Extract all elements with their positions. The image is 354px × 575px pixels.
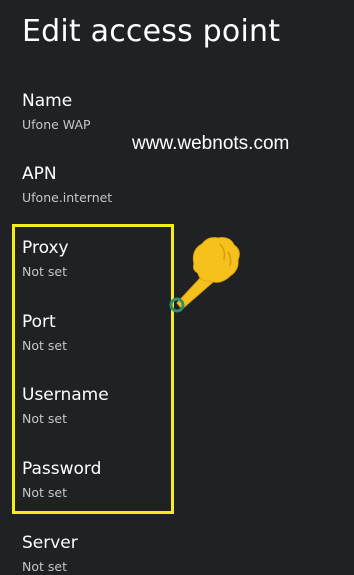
- preference-name-title: Name: [22, 91, 73, 111]
- highlight-box: [12, 224, 174, 514]
- page-title: Edit access point: [22, 14, 281, 49]
- preference-name[interactable]: Name Ufone WAP: [22, 90, 322, 133]
- preference-name-summary: Ufone WAP: [22, 117, 91, 132]
- preference-apn-summary: Ufone.internet: [22, 190, 113, 205]
- preference-server-title: Server: [22, 533, 78, 553]
- preference-server-summary: Not set: [22, 559, 67, 574]
- preference-apn-title: APN: [22, 164, 57, 184]
- preference-server[interactable]: Server Not set: [22, 532, 322, 575]
- watermark-text: www.webnots.com: [132, 133, 290, 154]
- preference-apn[interactable]: APN Ufone.internet: [22, 163, 322, 206]
- pointing-hand-icon: [164, 230, 244, 324]
